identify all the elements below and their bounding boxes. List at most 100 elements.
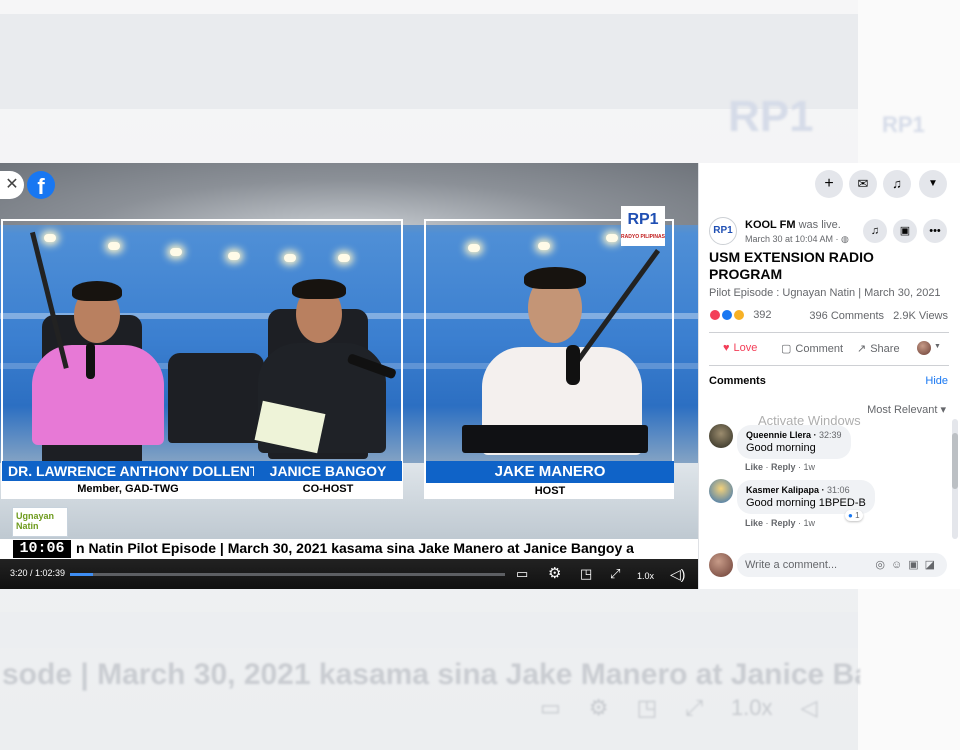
station-logo: RP1 RADYO PILIPINAS	[621, 206, 665, 246]
write-comment-input[interactable]: Write a comment... ◎☺▣◪	[737, 553, 947, 577]
follow-bell-icon[interactable]: ♫	[863, 219, 887, 243]
reactions-summary[interactable]: 392	[709, 309, 772, 325]
picture-in-picture-icon: ◳	[636, 695, 658, 720]
captions-icon[interactable]: ▭	[516, 566, 528, 582]
care-reaction-icon	[733, 309, 746, 322]
live-video-player[interactable]: RP1 RADYO PILIPINAS DR. LAWRENCE ANTHONY…	[0, 163, 698, 589]
globe-icon: ◍	[841, 234, 849, 244]
more-options-icon[interactable]: •••	[923, 219, 947, 243]
ticker-text: n Natin Pilot Episode | March 30, 2021 k…	[76, 540, 634, 556]
host-name-tag: JAKE MANERO	[426, 461, 674, 483]
comment-actions: Like · Reply · 1w	[745, 462, 816, 472]
background-ticker: sode | March 30, 2021 kasama sina Jake M…	[2, 658, 860, 691]
scrollbar-thumb[interactable]	[952, 433, 958, 489]
comment-text: Good morning	[746, 442, 816, 454]
comment-author[interactable]: Queennie Llera	[746, 430, 811, 440]
comment-like-link[interactable]: Like	[745, 462, 763, 472]
like-reaction-icon: ●	[848, 511, 853, 520]
commenter-avatar[interactable]	[709, 479, 733, 503]
save-post-icon[interactable]: ▣	[893, 219, 917, 243]
settings-gear-icon[interactable]: ⚙	[548, 566, 561, 582]
comment-reaction-count: 1	[855, 511, 860, 520]
comment-author-line: Queennie Llera · 32:39	[746, 430, 842, 440]
comment-reply-link[interactable]: Reply	[771, 518, 796, 528]
fullscreen-icon[interactable]: ⤢	[610, 566, 620, 582]
divider	[709, 365, 949, 366]
cohost-role-tag: CO-HOST	[254, 481, 402, 497]
comment-age: 1w	[803, 518, 816, 528]
love-label: Love	[733, 342, 758, 354]
video-viewer-window: RP1 RADYO PILIPINAS DR. LAWRENCE ANTHONY…	[0, 163, 960, 589]
share-button[interactable]: ↗ Share	[857, 342, 900, 355]
activate-windows-watermark: Activate Windows	[758, 413, 861, 428]
page-name-line: KOOL FM was live.	[745, 219, 841, 231]
volume-icon: ◁	[800, 695, 818, 720]
write-comment-placeholder: Write a comment...	[745, 559, 838, 571]
camera-icon[interactable]: ▣	[908, 559, 924, 571]
create-plus-icon[interactable]: +	[815, 170, 843, 198]
comment-button[interactable]: ▢ Comment	[781, 342, 843, 355]
comment-sort-label: Most Relevant	[867, 404, 938, 416]
comment-timestamp[interactable]: 32:39	[819, 430, 842, 440]
actor-avatar[interactable]	[917, 341, 931, 355]
background-band	[0, 612, 860, 648]
post-date[interactable]: March 30 at 10:04 AM · ◍	[745, 234, 849, 245]
comment-input-icons: ◎☺▣◪	[875, 553, 941, 577]
playback-time: 3:20 / 1:02:39	[10, 568, 66, 578]
background-page-avatar: RP1	[882, 112, 925, 137]
captions-icon: ▭	[540, 695, 561, 720]
avatar-sticker-icon[interactable]: ◎	[875, 559, 891, 571]
background-controls: ▭ ⚙ ◳ ⤢ 1.0x ◁	[540, 695, 817, 721]
fullscreen-icon: ⤢	[685, 695, 703, 720]
speed-label: 1.0x	[730, 695, 773, 720]
account-caret-down-icon[interactable]: ▼	[919, 170, 947, 198]
messenger-icon[interactable]: ✉	[849, 170, 877, 198]
facebook-logo-icon[interactable]: f	[27, 171, 55, 199]
comment-label: Comment	[795, 343, 844, 355]
page-avatar[interactable]: RP1	[709, 217, 737, 245]
comments-count[interactable]: 396 Comments	[809, 310, 884, 322]
progress-bar[interactable]	[70, 573, 505, 576]
host-role-tag: HOST	[426, 483, 674, 499]
divider	[709, 332, 949, 333]
page-name-link[interactable]: KOOL FM	[745, 219, 796, 231]
comment-actions: Like · Reply · 1w	[745, 518, 816, 528]
post-date-text: March 30 at 10:04 AM ·	[745, 234, 842, 244]
picture-in-picture-icon[interactable]: ◳	[580, 566, 592, 582]
comment-bubble: Queennie Llera · 32:39 Good morning	[737, 425, 851, 459]
background-station-logo: RP1	[728, 92, 814, 141]
sticker-icon[interactable]: ◪	[925, 559, 941, 571]
volume-icon[interactable]: ◁)	[670, 566, 685, 582]
commenter-avatar[interactable]	[709, 424, 733, 448]
notifications-bell-icon[interactable]: ♫	[883, 170, 911, 198]
comments-scrollbar[interactable]	[952, 419, 958, 539]
post-side-panel: + ✉ ♫ ▼ RP1 KOOL FM was live. March 30 a…	[698, 163, 960, 589]
station-logo-subtext: RADYO PILIPINAS	[621, 234, 665, 240]
video-controls-bar: 3:20 / 1:02:39 ▭ ⚙ ◳ ⤢ 1.0x ◁)	[0, 559, 698, 589]
comments-section-title: Comments	[709, 375, 766, 387]
love-button[interactable]: ♥ Love	[723, 342, 757, 354]
like-reaction-icon	[721, 309, 734, 322]
hide-comments-link[interactable]: Hide	[925, 375, 948, 387]
comment-bubble: Kasmer Kalipapa · 31:06 Good morning 1BP…	[737, 480, 875, 514]
engagement-counts: 396 Comments 2.9K Views	[809, 310, 948, 322]
views-count: 2.9K Views	[893, 310, 948, 322]
post-subtitle: Pilot Episode : Ugnayan Natin | March 30…	[709, 287, 941, 299]
studio-ceiling	[0, 163, 698, 225]
current-user-avatar[interactable]	[709, 553, 733, 577]
comment-reaction-badge[interactable]: ● 1	[845, 510, 863, 521]
actor-caret-icon[interactable]: ▼	[934, 343, 941, 350]
comment-sort-dropdown[interactable]: Most Relevant ▾	[867, 403, 946, 416]
heart-icon: ♥	[723, 342, 730, 354]
ticker-clock: 10:06	[13, 540, 71, 558]
playback-speed-button[interactable]: 1.0x	[637, 568, 654, 584]
comment-reply-link[interactable]: Reply	[771, 462, 796, 472]
post-title: USM EXTENSION RADIO PROGRAM	[709, 249, 874, 282]
page-live-status: was live.	[798, 219, 841, 231]
comment-like-link[interactable]: Like	[745, 518, 763, 528]
comment-author[interactable]: Kasmer Kalipapa	[746, 485, 819, 495]
emoji-icon[interactable]: ☺	[891, 559, 908, 571]
love-reaction-icon	[709, 309, 721, 322]
comment-timestamp[interactable]: 31:06	[827, 485, 850, 495]
comment-icon: ▢	[781, 343, 792, 355]
